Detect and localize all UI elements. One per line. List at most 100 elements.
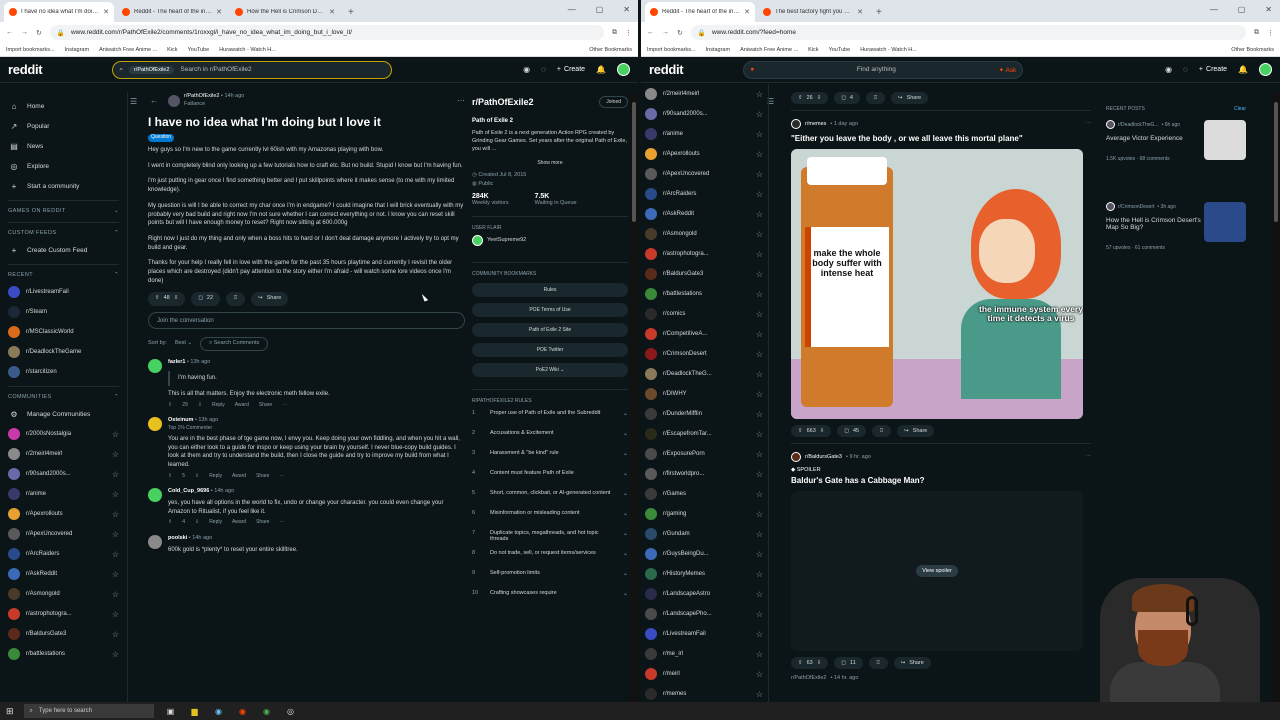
community-item[interactable]: r/BaldursGate3 ☆ <box>645 264 763 284</box>
vote-control[interactable]: ⇧ 48 ⇩ <box>148 292 186 307</box>
favorite-star-icon[interactable]: ☆ <box>756 590 763 599</box>
games-section-header[interactable]: GAMES ON REDDIT ⌄ <box>8 200 119 218</box>
close-tab-icon[interactable]: ✕ <box>216 8 222 16</box>
spoiler-image[interactable]: View spoiler <box>791 491 1083 651</box>
scrollbar-thumb[interactable] <box>632 102 636 222</box>
post-subreddit[interactable]: r/PathOfExile2 <box>184 93 219 99</box>
community-item[interactable]: r/AskReddit ☆ <box>8 564 119 584</box>
minimize-icon[interactable]: — <box>1210 5 1218 14</box>
close-window-icon[interactable]: ✕ <box>1265 5 1272 14</box>
community-item[interactable]: r/Asmongold ☆ <box>8 584 119 604</box>
community-item[interactable]: r/LandscapeAstro ☆ <box>645 584 763 604</box>
community-item[interactable]: r/BaldursGate3 ☆ <box>8 624 119 644</box>
favorite-star-icon[interactable]: ☆ <box>756 430 763 439</box>
join-conversation-input[interactable]: Join the conversation <box>148 312 465 330</box>
reply-button[interactable]: Reply <box>212 402 225 409</box>
favorite-star-icon[interactable]: ☆ <box>756 390 763 399</box>
url-field[interactable]: 🔒 www.reddit.com/r/PathOfExile2/comments/… <box>49 25 604 40</box>
community-bookmark-button[interactable]: Rules <box>472 282 628 297</box>
community-item[interactable]: r/Gundam ☆ <box>645 524 763 544</box>
community-item[interactable]: r/2000sNostalgia ☆ <box>8 424 119 444</box>
bookmark[interactable]: Kick <box>167 47 177 53</box>
community-item[interactable]: r/LivestreamFail <box>8 282 119 302</box>
view-spoiler-button[interactable]: View spoiler <box>916 565 958 577</box>
menu-icon[interactable]: ⋮ <box>1267 29 1274 37</box>
downvote-icon[interactable]: ⇩ <box>817 95 822 101</box>
favorite-star-icon[interactable]: ☆ <box>112 450 119 459</box>
nav-item[interactable]: + Start a community <box>8 176 119 196</box>
taskbar-search[interactable]: ⌕ Type here to search <box>23 704 154 718</box>
menu-icon[interactable]: ⋮ <box>625 29 632 37</box>
browser-tab[interactable]: Reddit - The heart of the intern ✕ <box>117 2 227 22</box>
upvote-icon[interactable]: ⇧ <box>798 95 803 101</box>
windows-start-icon[interactable]: ⊞ <box>6 706 14 717</box>
bookmark[interactable]: YouTube <box>188 47 210 53</box>
post-subreddit[interactable]: r/PathOfExile2 <box>791 675 826 681</box>
post-flair[interactable]: Question <box>148 134 175 142</box>
bookmark[interactable]: Import bookmarks... <box>647 47 696 53</box>
nav-item[interactable]: ↗ Popular <box>8 116 119 136</box>
more-options-icon[interactable]: ⋯ <box>279 473 284 480</box>
community-item[interactable]: r/Steam <box>8 302 119 322</box>
community-item[interactable]: r/DunderMifflin ☆ <box>645 404 763 424</box>
scrollbar-thumb[interactable] <box>1274 102 1278 222</box>
comments-button[interactable]: ◻ 11 <box>834 657 863 669</box>
comment-author[interactable]: Cold_Cup_9696 <box>168 488 209 494</box>
search-scope-chip[interactable]: r/PathOfExile2 <box>128 65 175 74</box>
custom-feeds-header[interactable]: CUSTOM FEEDS ⌃ <box>8 222 119 240</box>
share-button[interactable]: ↪ Share <box>893 657 931 669</box>
rule-item[interactable]: 5 Short, common, clickbait, or AI-generat… <box>472 490 628 504</box>
downvote-icon[interactable]: ⇩ <box>198 402 202 409</box>
award-button[interactable]: Award <box>232 473 246 480</box>
award-button[interactable]: Award <box>232 519 246 526</box>
recent-post-title[interactable]: How the Hell is Crimson Desert's Map So … <box>1106 217 1202 231</box>
clear-button[interactable]: Clear <box>1234 106 1246 112</box>
community-item[interactable]: r/Asmongold ☆ <box>645 224 763 244</box>
community-item[interactable]: r/starcitizen <box>8 362 119 382</box>
manage-communities-button[interactable]: ⚙ Manage Communities <box>8 404 119 424</box>
upvote-icon[interactable]: ⇧ <box>798 428 803 434</box>
favorite-star-icon[interactable]: ☆ <box>756 670 763 679</box>
rule-item[interactable]: 8 Do not trade, sell, or request items/se… <box>472 550 628 564</box>
favorite-star-icon[interactable]: ☆ <box>756 310 763 319</box>
bookmark[interactable]: Aniwatch Free Anime ... <box>740 47 798 53</box>
upvote-icon[interactable]: ⇧ <box>168 473 172 480</box>
favorite-star-icon[interactable]: ☆ <box>112 650 119 659</box>
favorite-star-icon[interactable]: ☆ <box>112 530 119 539</box>
favorite-star-icon[interactable]: ☆ <box>112 490 119 499</box>
advertise-icon[interactable]: ◉ <box>1165 65 1172 74</box>
favorite-star-icon[interactable]: ☆ <box>756 210 763 219</box>
favorite-star-icon[interactable]: ☆ <box>756 530 763 539</box>
community-item[interactable]: r/DeadlockTheG... ☆ <box>645 364 763 384</box>
community-item[interactable]: r/ApexUncovered ☆ <box>645 164 763 184</box>
community-bookmark-button[interactable]: Path of Exile 2 Site <box>472 322 628 337</box>
maximize-icon[interactable]: ▢ <box>596 5 604 14</box>
bookmark[interactable]: Instagram <box>65 47 89 53</box>
notifications-icon[interactable]: 🔔 <box>1238 65 1248 74</box>
search-comments-input[interactable]: ⌕ Search Comments <box>200 337 269 352</box>
community-bookmark-button[interactable]: POE Terms of Use <box>472 302 628 317</box>
favorite-star-icon[interactable]: ☆ <box>112 590 119 599</box>
more-options-icon[interactable]: ⋯ <box>457 95 465 107</box>
community-item[interactable]: r/90sand2000s... ☆ <box>645 104 763 124</box>
favorite-star-icon[interactable]: ☆ <box>756 150 763 159</box>
recent-post-subreddit[interactable]: r/CrimsonDesert <box>1118 204 1154 210</box>
award-button[interactable]: Award <box>235 402 249 409</box>
downvote-icon[interactable]: ⇩ <box>195 519 199 526</box>
ask-button[interactable]: ✦ Ask <box>999 66 1017 74</box>
award-button[interactable]: ♖ <box>872 425 892 437</box>
bookmark[interactable]: Import bookmarks... <box>6 47 55 53</box>
forward-icon[interactable]: → <box>21 29 28 36</box>
close-window-icon[interactable]: ✕ <box>623 5 630 14</box>
task-view-icon[interactable]: ▣ <box>164 705 178 717</box>
favorite-star-icon[interactable]: ☆ <box>112 570 119 579</box>
nav-item[interactable]: ▤ News <box>8 136 119 156</box>
subreddit-search[interactable]: ⌕ r/PathOfExile2 Search in r/PathOfExile… <box>112 60 393 79</box>
award-button[interactable]: ♖ <box>868 657 888 669</box>
comment-author[interactable]: fazler1 <box>168 359 185 365</box>
community-item[interactable]: r/MSClassicWorld <box>8 322 119 342</box>
community-bookmark-button[interactable]: PoE2 Wiki ⌄ <box>472 362 628 377</box>
community-item[interactable]: r/LandscapePho... ☆ <box>645 604 763 624</box>
community-item[interactable]: r/battlestations ☆ <box>8 644 119 664</box>
community-item[interactable]: r/meirl ☆ <box>645 664 763 684</box>
